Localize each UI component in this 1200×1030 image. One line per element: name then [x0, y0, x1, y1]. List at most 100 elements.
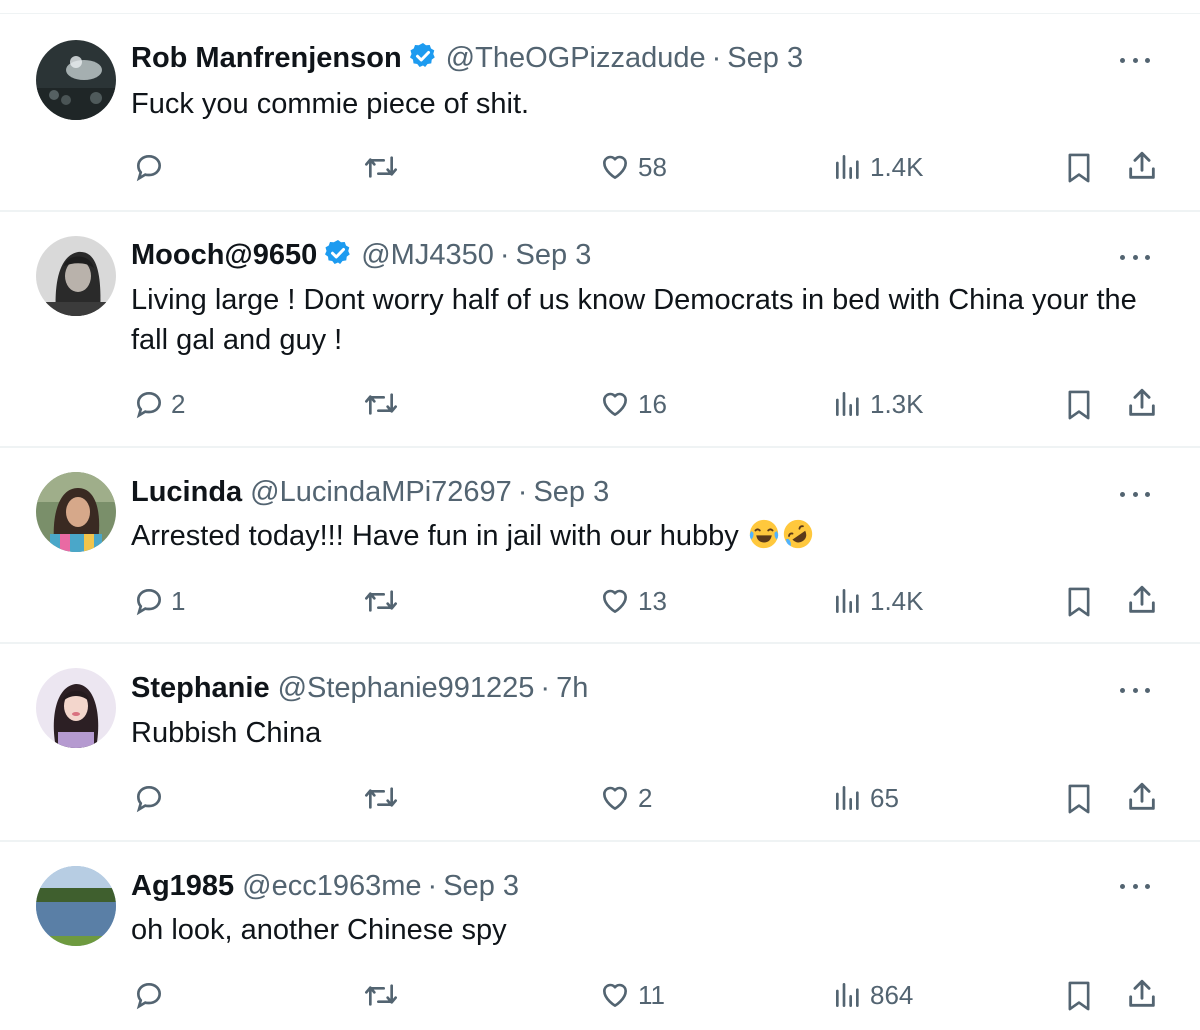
- like-icon: [598, 585, 632, 617]
- display-name[interactable]: Ag1985: [131, 870, 234, 902]
- retweet-icon: [362, 782, 400, 814]
- share-icon: [1125, 977, 1159, 1011]
- more-icon[interactable]: [1120, 50, 1150, 70]
- like-button[interactable]: 2: [598, 782, 652, 814]
- user-handle[interactable]: @TheOGPizzadude: [446, 42, 706, 74]
- avatar[interactable]: [36, 668, 116, 748]
- views-icon: [832, 979, 864, 1011]
- verified-badge-icon: [323, 238, 353, 277]
- emoji-laugh-icon: [747, 517, 781, 562]
- verified-badge-icon: [408, 41, 438, 80]
- views-button[interactable]: 1.4K: [832, 585, 924, 617]
- share-button[interactable]: [1125, 149, 1159, 183]
- reply-button[interactable]: [133, 782, 171, 814]
- tweet-body: Arrested today!!! Have fun in jail with …: [131, 516, 1150, 562]
- reply-icon: [133, 782, 165, 814]
- tweet-text: Rubbish China: [131, 717, 322, 749]
- timestamp[interactable]: Sep 3: [727, 42, 803, 74]
- views-button[interactable]: 864: [832, 979, 913, 1011]
- reply-button[interactable]: 1: [133, 585, 185, 617]
- tweet[interactable]: Mooch@9650 @MJ4350 · Sep 3 Living large ! D…: [0, 212, 1200, 448]
- bookmark-button[interactable]: [1063, 151, 1095, 185]
- share-button[interactable]: [1125, 583, 1159, 617]
- avatar[interactable]: [36, 472, 116, 552]
- more-icon[interactable]: [1120, 680, 1150, 700]
- bookmark-button[interactable]: [1063, 979, 1095, 1013]
- more-icon[interactable]: [1120, 484, 1150, 504]
- user-handle[interactable]: @MJ4350: [361, 239, 494, 271]
- share-button[interactable]: [1125, 386, 1159, 420]
- reply-button[interactable]: [133, 979, 171, 1011]
- retweet-button[interactable]: [362, 151, 400, 183]
- user-handle[interactable]: @LucindaMPi72697: [250, 476, 512, 508]
- bookmark-icon: [1063, 151, 1095, 185]
- separator: ·: [540, 672, 551, 704]
- retweet-icon: [362, 585, 400, 617]
- avatar[interactable]: [36, 866, 116, 946]
- like-count: 2: [638, 782, 653, 813]
- tweet[interactable]: Stephanie @Stephanie991225 · 7h Rubbish Chi…: [0, 644, 1200, 842]
- share-icon: [1125, 386, 1159, 420]
- tweet[interactable]: Ag1985 @ecc1963me · Sep 3 oh look, another …: [0, 842, 1200, 1030]
- reply-button[interactable]: [133, 151, 171, 183]
- timestamp[interactable]: Sep 3: [533, 476, 609, 508]
- share-button[interactable]: [1125, 780, 1159, 814]
- tweet-text: Living large ! Dont worry half of us kno…: [131, 284, 1137, 356]
- retweet-button[interactable]: [362, 782, 400, 814]
- bookmark-icon: [1063, 585, 1095, 619]
- tweet[interactable]: Lucinda @LucindaMPi72697 · Sep 3 Arrested t…: [0, 448, 1200, 644]
- like-icon: [598, 979, 632, 1011]
- like-button[interactable]: 13: [598, 585, 667, 617]
- like-count: 13: [638, 585, 667, 616]
- retweet-button[interactable]: [362, 585, 400, 617]
- view-count: 65: [870, 782, 899, 813]
- like-button[interactable]: 11: [598, 979, 665, 1011]
- share-button[interactable]: [1125, 977, 1159, 1011]
- bookmark-button[interactable]: [1063, 782, 1095, 816]
- share-icon: [1125, 583, 1159, 617]
- display-name[interactable]: Stephanie: [131, 672, 270, 704]
- views-icon: [832, 388, 864, 420]
- separator: ·: [517, 476, 528, 508]
- like-count: 16: [638, 388, 667, 419]
- retweet-button[interactable]: [362, 388, 400, 420]
- views-icon: [832, 782, 864, 814]
- tweet[interactable]: Rob Manfrenjenson @TheOGPizzadude · Sep 3 F…: [0, 14, 1200, 212]
- views-button[interactable]: 1.3K: [832, 388, 924, 420]
- bookmark-icon: [1063, 979, 1095, 1013]
- avatar[interactable]: [36, 236, 116, 316]
- display-name[interactable]: Lucinda: [131, 476, 242, 508]
- user-handle[interactable]: @Stephanie991225: [278, 672, 535, 704]
- retweet-button[interactable]: [362, 979, 400, 1011]
- retweet-icon: [362, 979, 400, 1011]
- display-name[interactable]: Mooch@9650: [131, 239, 317, 271]
- views-button[interactable]: 65: [832, 782, 899, 814]
- separator: ·: [427, 870, 438, 902]
- tweet-text: Fuck you commie piece of shit.: [131, 88, 530, 120]
- views-button[interactable]: 1.4K: [832, 151, 924, 183]
- timestamp[interactable]: Sep 3: [516, 239, 592, 271]
- retweet-icon: [362, 388, 400, 420]
- avatar[interactable]: [36, 40, 116, 120]
- emoji-rofl-icon: [781, 517, 815, 562]
- like-button[interactable]: 58: [598, 151, 667, 183]
- view-count: 864: [870, 979, 914, 1010]
- user-handle[interactable]: @ecc1963me: [242, 870, 421, 902]
- timestamp[interactable]: 7h: [556, 672, 588, 704]
- more-icon[interactable]: [1120, 876, 1150, 896]
- timestamp[interactable]: Sep 3: [443, 870, 519, 902]
- display-name[interactable]: Rob Manfrenjenson: [131, 42, 402, 74]
- like-count: 58: [638, 151, 667, 182]
- reply-icon: [133, 979, 165, 1011]
- separator: ·: [499, 239, 510, 271]
- like-icon: [598, 782, 632, 814]
- tweet-text: oh look, another Chinese spy: [131, 914, 507, 946]
- like-button[interactable]: 16: [598, 388, 667, 420]
- bookmark-button[interactable]: [1063, 388, 1095, 422]
- bookmark-button[interactable]: [1063, 585, 1095, 619]
- more-icon[interactable]: [1120, 247, 1150, 267]
- reply-button[interactable]: 2: [133, 388, 185, 420]
- reply-count: 1: [171, 585, 186, 616]
- like-count: 11: [638, 979, 665, 1010]
- reply-count: 2: [171, 388, 186, 419]
